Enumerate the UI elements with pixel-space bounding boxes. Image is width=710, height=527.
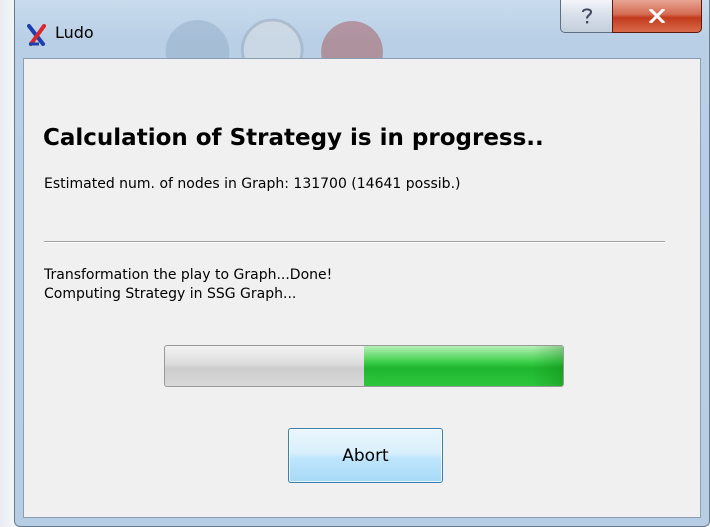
abort-button[interactable]: Abort: [288, 428, 443, 483]
dialog-window: Ludo Calculation of Strategy is in progr…: [14, 0, 710, 527]
window-title: Ludo: [55, 23, 94, 42]
close-button[interactable]: [612, 0, 702, 33]
divider: [44, 241, 665, 243]
dialog-content: Calculation of Strategy is in progress..…: [23, 58, 701, 518]
help-button[interactable]: [560, 0, 613, 33]
node-estimate-text: Estimated num. of nodes in Graph: 131700…: [44, 176, 461, 192]
progress-heading: Calculation of Strategy is in progress..: [43, 125, 544, 151]
progress-bar-fill: [364, 346, 563, 386]
title-bar[interactable]: Ludo: [15, 0, 709, 60]
close-x-icon: [649, 9, 665, 23]
question-mark-icon: [581, 8, 592, 24]
ludo-app-icon: [27, 24, 46, 46]
log-line: Transformation the play to Graph...Done!: [44, 267, 333, 283]
log-line: Computing Strategy in SSG Graph...: [44, 286, 297, 302]
progress-bar: [164, 345, 564, 387]
